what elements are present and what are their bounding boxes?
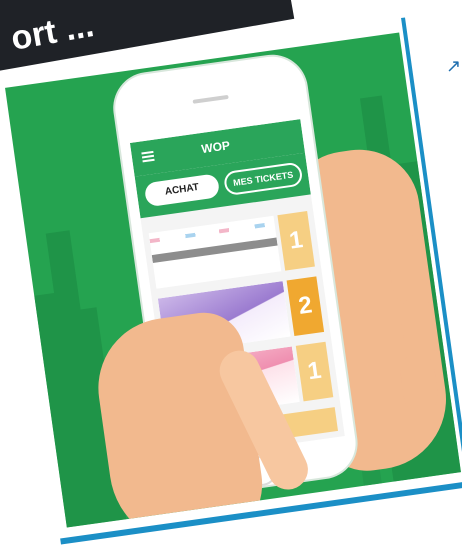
hamburger-menu-icon[interactable] <box>141 150 155 163</box>
ticket-count: 2 <box>296 291 314 320</box>
ticket-count-badge: 1 <box>277 211 315 271</box>
app-logo: WOP <box>200 138 231 157</box>
ticket-count: 1 <box>287 226 305 255</box>
ticket-count: 1 <box>305 356 323 386</box>
promo-poster: WOP ACHAT MES TICKETS 1 2 1 <box>5 32 461 528</box>
arrow-icon: ↗ <box>446 56 462 76</box>
ticket-band <box>151 237 278 263</box>
speaker-slot <box>192 94 229 104</box>
ticket-count-badge: 1 <box>295 341 334 402</box>
ticket-count-badge: 2 <box>286 276 325 337</box>
ticket-card[interactable] <box>148 215 282 289</box>
tab-achat[interactable]: ACHAT <box>143 173 221 208</box>
tab-mes-tickets[interactable]: MES TICKETS <box>222 161 304 197</box>
banner-text: ort ... <box>8 6 97 58</box>
